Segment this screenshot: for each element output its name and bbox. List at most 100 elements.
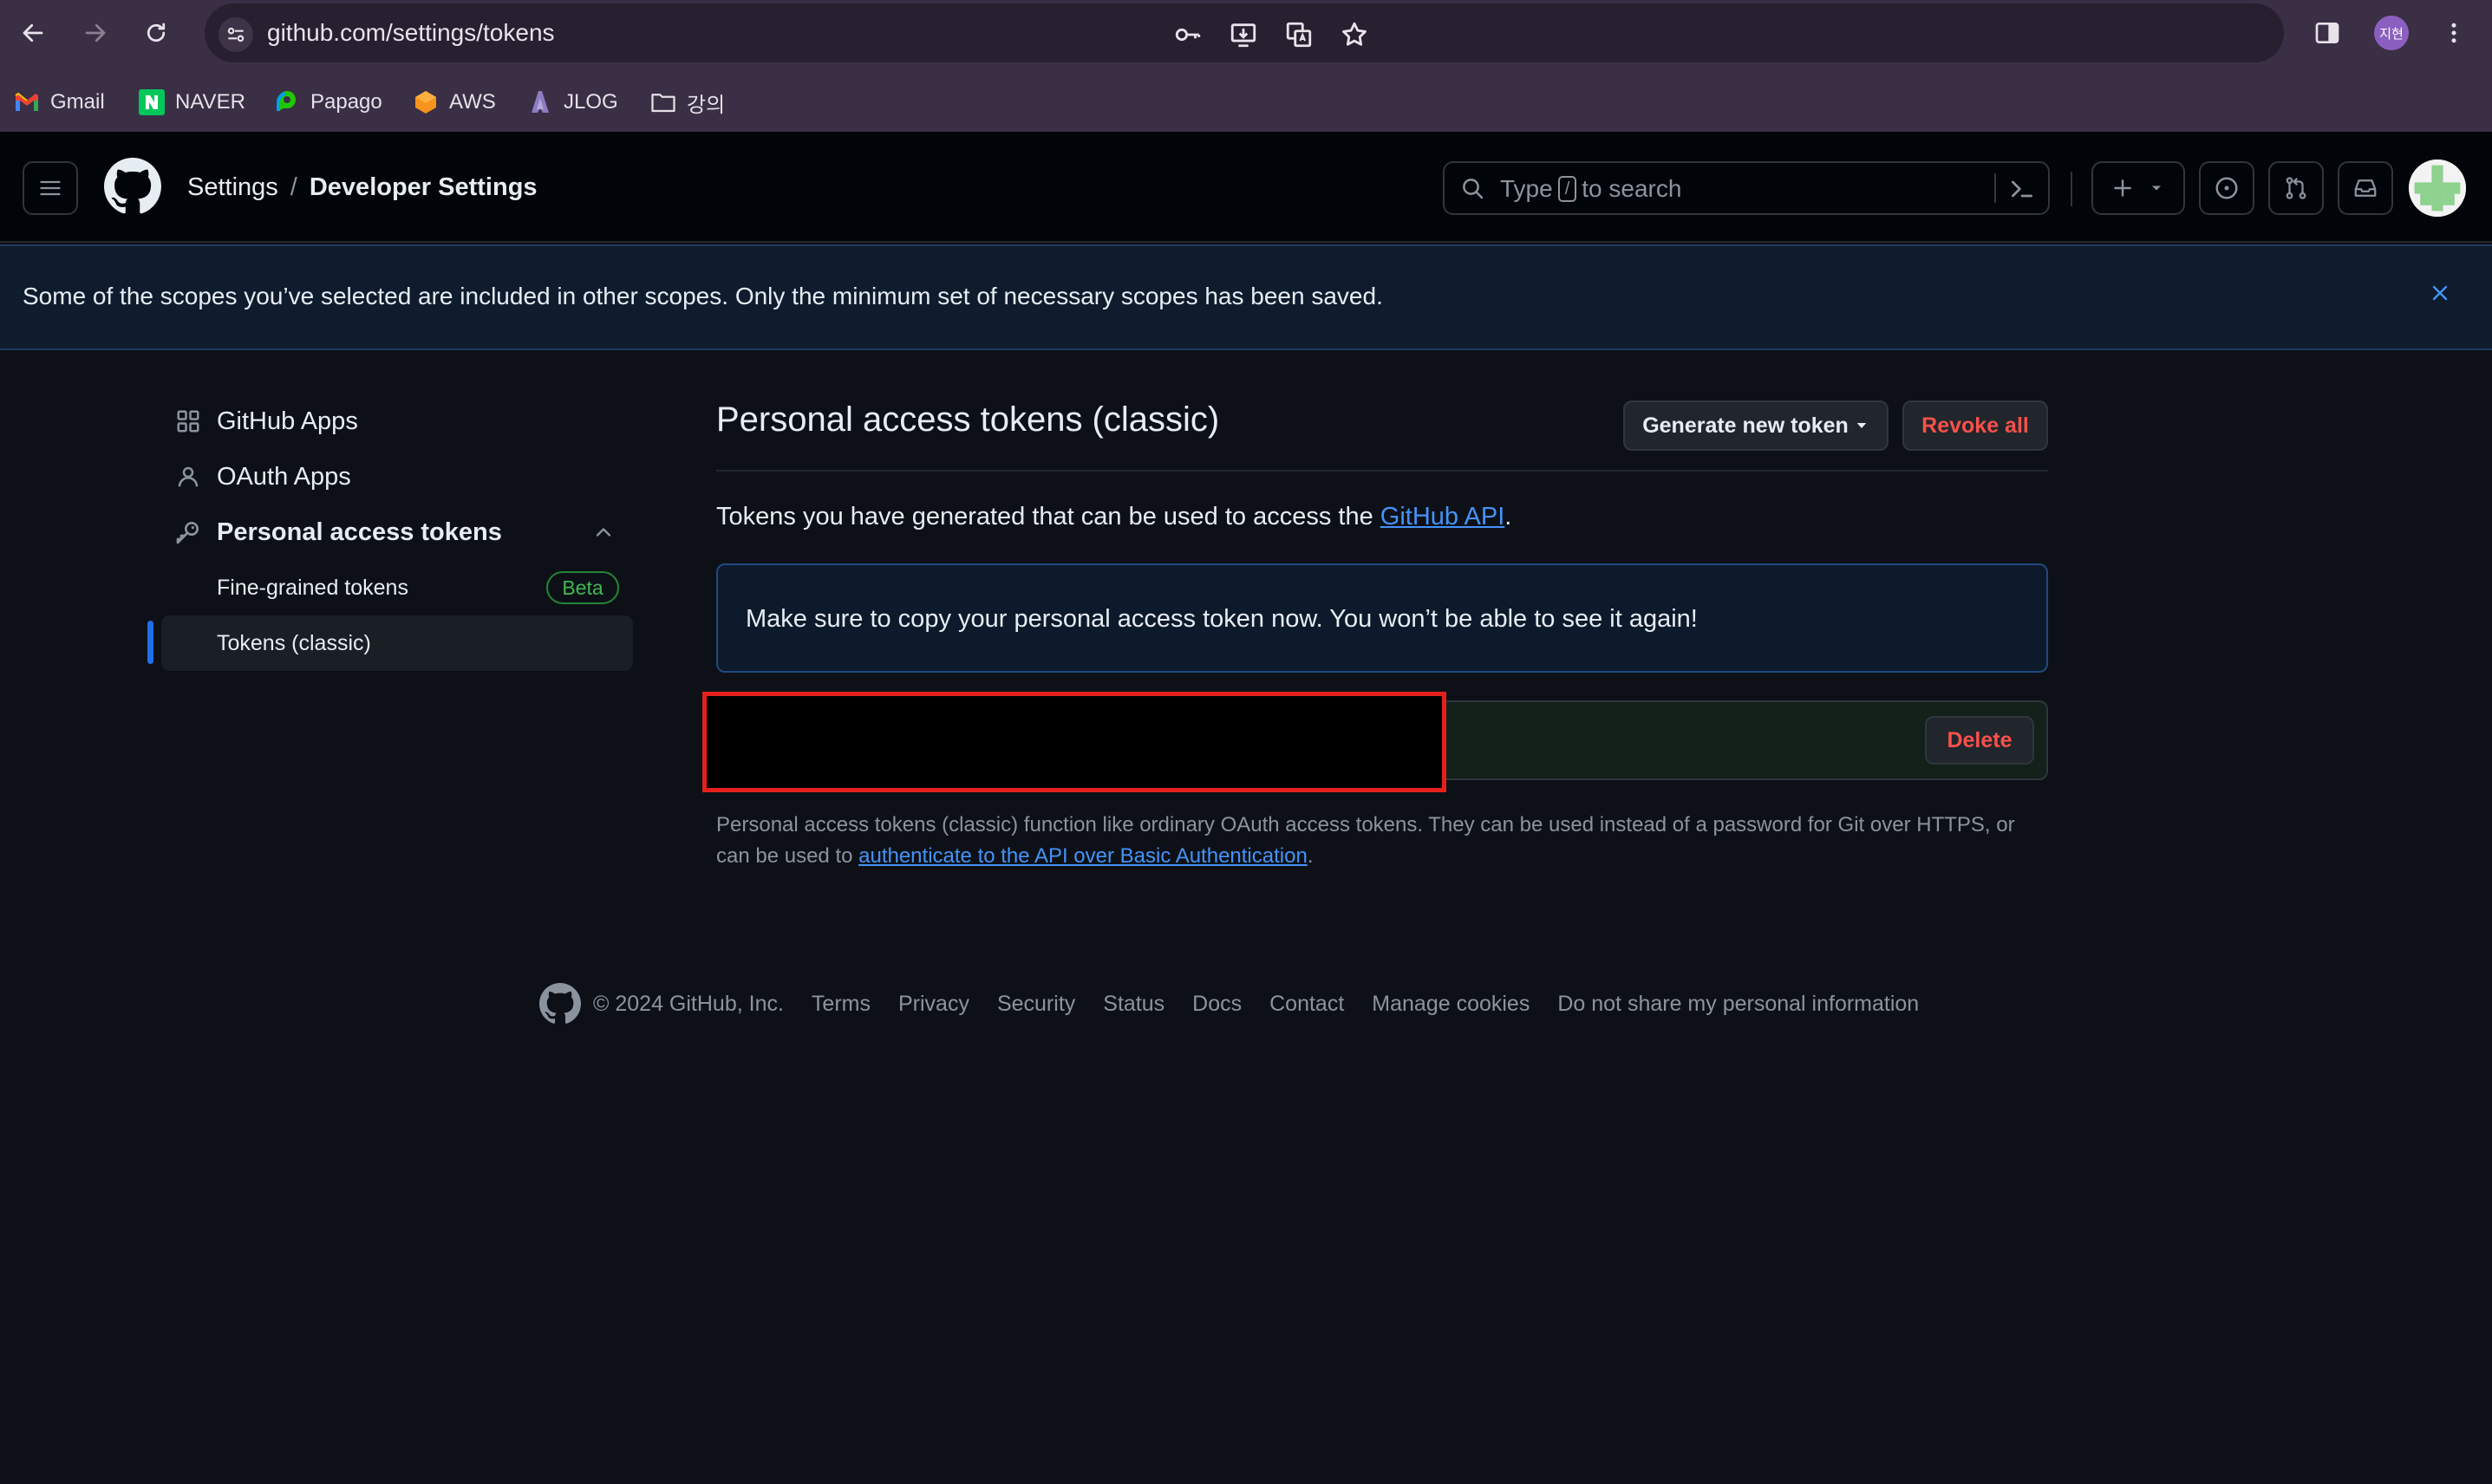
issue-opened-icon <box>2215 177 2238 199</box>
side-panel-button[interactable] <box>2308 14 2346 52</box>
aws-icon <box>413 89 439 115</box>
basic-auth-link[interactable]: authenticate to the API over Basic Authe… <box>858 844 1308 868</box>
papago-icon <box>274 89 300 115</box>
translate-button[interactable] <box>1282 17 1316 52</box>
sidebar-item-label: OAuth Apps <box>217 462 351 491</box>
sidebar-item-oauth-apps[interactable]: OAuth Apps <box>173 451 351 503</box>
search-shortcut-key: / <box>1557 176 1577 202</box>
user-avatar[interactable] <box>2409 159 2466 217</box>
command-palette-icon[interactable] <box>2008 175 2036 203</box>
breadcrumb-separator: / <box>290 173 297 201</box>
bookmark-star-button[interactable] <box>1337 17 1372 52</box>
apps-grid-icon <box>173 407 203 436</box>
breadcrumb-developer-settings[interactable]: Developer Settings <box>310 173 538 202</box>
bookmark-papago[interactable]: Papago <box>274 85 382 120</box>
beta-badge: Beta <box>546 571 619 604</box>
active-indicator <box>147 621 153 664</box>
breadcrumb-settings[interactable]: Settings <box>187 173 278 202</box>
inbox-button[interactable] <box>2338 161 2393 215</box>
search-icon <box>1463 179 1484 199</box>
search-divider <box>1994 173 1996 203</box>
sidebar-item-personal-access-tokens[interactable]: Personal access tokens <box>173 506 502 558</box>
bookmark-naver[interactable]: NAVER <box>139 85 245 120</box>
flash-notice: Some of the scopes you’ve selected are i… <box>0 244 2492 350</box>
star-icon <box>1342 22 1367 46</box>
search-placeholder-prefix: Type <box>1500 175 1553 202</box>
flash-close-button[interactable] <box>2424 277 2456 309</box>
page-title: Personal access tokens (classic) <box>716 400 1220 439</box>
flash-message: Some of the scopes you’ve selected are i… <box>23 283 1383 309</box>
install-app-button[interactable] <box>1226 17 1261 52</box>
chevron-up-icon[interactable] <box>591 520 616 544</box>
side-panel-icon <box>2315 23 2339 43</box>
intro-text-body: Tokens you have generated that can be us… <box>716 503 1380 530</box>
menu-button[interactable] <box>23 161 78 215</box>
revoke-all-button[interactable]: Revoke all <box>1902 400 2048 451</box>
search-placeholder: Type / to search <box>1500 175 1681 203</box>
copy-token-notice: Make sure to copy your personal access t… <box>716 563 2048 673</box>
arrow-right-icon <box>85 23 106 42</box>
bookmark-label: JLOG <box>564 90 618 114</box>
caret-down-icon <box>1856 423 1867 428</box>
create-new-button[interactable] <box>2091 161 2185 215</box>
folder-icon <box>650 89 676 115</box>
caret-down-icon <box>2152 186 2161 191</box>
profile-button[interactable]: 지현 <box>2372 14 2410 52</box>
footer-link-do-not-share[interactable]: Do not share my personal information <box>1557 992 1919 1017</box>
search-input[interactable]: Type / to search <box>1443 161 2050 215</box>
sidebar-subitem-tokens-classic[interactable]: Tokens (classic) <box>217 631 371 656</box>
breadcrumb: Settings / Developer Settings <box>187 173 538 202</box>
issues-button[interactable] <box>2199 161 2254 215</box>
footer-link-privacy[interactable]: Privacy <box>898 992 969 1017</box>
intro-text: Tokens you have generated that can be us… <box>716 503 1511 531</box>
bookmark-label: Papago <box>310 90 382 114</box>
bookmark-aws[interactable]: AWS <box>413 85 496 120</box>
bookmark-folder[interactable]: 강의 <box>650 85 725 120</box>
github-logo-icon[interactable] <box>104 158 161 215</box>
github-header: Settings / Developer Settings Type / to … <box>0 132 2492 243</box>
plus-icon <box>2114 179 2131 197</box>
kebab-menu-icon <box>2451 23 2456 43</box>
delete-token-button[interactable]: Delete <box>1925 716 2034 765</box>
bookmark-gmail[interactable]: Gmail <box>14 85 105 120</box>
help-text-end: . <box>1307 844 1314 868</box>
intro-text-end: . <box>1504 503 1512 530</box>
key-icon <box>173 517 203 547</box>
site-info-button[interactable] <box>219 17 253 52</box>
sidebar-item-github-apps[interactable]: GitHub Apps <box>173 395 358 447</box>
footer-link-contact[interactable]: Contact <box>1269 992 1344 1017</box>
inbox-icon <box>2354 179 2377 197</box>
jlog-icon <box>527 89 553 115</box>
person-icon <box>173 462 203 491</box>
footer-link-security[interactable]: Security <box>997 992 1075 1017</box>
footer-link-terms[interactable]: Terms <box>812 992 871 1017</box>
github-mark-icon[interactable] <box>539 983 581 1025</box>
bookmark-label: NAVER <box>175 90 245 114</box>
github-api-link[interactable]: GitHub API <box>1380 503 1504 530</box>
footer-link-manage-cookies[interactable]: Manage cookies <box>1372 992 1530 1017</box>
close-icon <box>2432 285 2448 301</box>
password-key-button[interactable] <box>1171 17 1205 52</box>
notice-text: Make sure to copy your personal access t… <box>746 605 1698 633</box>
token-value-redacted[interactable] <box>702 692 1446 792</box>
sidebar-subitem-fine-grained-tokens[interactable]: Fine-grained tokens <box>217 576 408 601</box>
browser-menu-button[interactable] <box>2435 14 2473 52</box>
git-pull-request-icon <box>2286 177 2306 199</box>
bookmark-jlog[interactable]: JLOG <box>527 85 618 120</box>
url-text[interactable]: github.com/settings/tokens <box>267 19 555 47</box>
address-bar[interactable]: github.com/settings/tokens <box>205 3 2284 62</box>
footer-link-docs[interactable]: Docs <box>1192 992 1242 1017</box>
generate-new-token-button[interactable]: Generate new token <box>1623 400 1889 451</box>
pull-requests-button[interactable] <box>2268 161 2324 215</box>
footer-link-status[interactable]: Status <box>1103 992 1164 1017</box>
hamburger-icon <box>40 180 61 196</box>
footer: © 2024 GitHub, Inc. Terms Privacy Securi… <box>539 981 1919 1026</box>
forward-button[interactable] <box>76 14 114 52</box>
translate-icon <box>1286 22 1312 48</box>
browser-chrome: github.com/settings/tokens 지현 Gmail NAVE… <box>0 0 2492 132</box>
sidebar-item-label: Personal access tokens <box>217 517 502 546</box>
arrow-left-icon <box>23 23 43 42</box>
gmail-icon <box>14 89 40 115</box>
back-button[interactable] <box>14 14 52 52</box>
reload-button[interactable] <box>137 14 175 52</box>
